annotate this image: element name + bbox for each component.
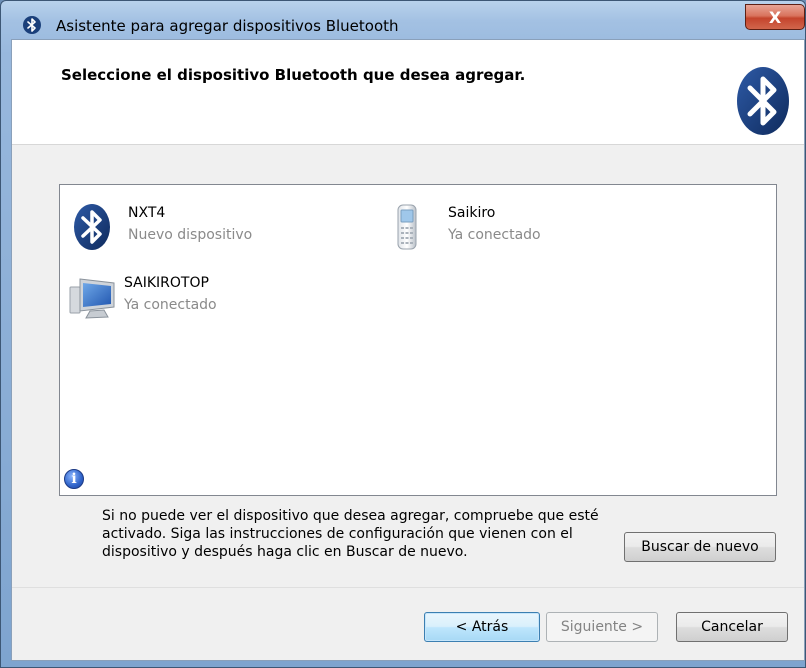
info-icon: i bbox=[64, 469, 84, 489]
wizard-content: Seleccione el dispositivo Bluetooth que … bbox=[11, 39, 805, 661]
device-item-nxt4[interactable]: NXT4 Nuevo dispositivo bbox=[72, 203, 372, 253]
bluetooth-logo-icon bbox=[737, 67, 789, 135]
window-title: Asistente para agregar dispositivos Blue… bbox=[56, 17, 399, 35]
divider bbox=[12, 587, 804, 588]
device-item-saikiro[interactable]: Saikiro Ya conectado bbox=[392, 203, 692, 253]
device-list[interactable]: NXT4 Nuevo dispositivo Saikiro Ya conect… bbox=[59, 184, 777, 496]
device-item-saikirotop[interactable]: SAIKIROTOP Ya conectado bbox=[68, 273, 368, 323]
cancel-button[interactable]: Cancelar bbox=[676, 612, 788, 642]
device-name: Saikiro bbox=[448, 205, 496, 221]
bluetooth-icon bbox=[23, 16, 41, 34]
page-title: Seleccione el dispositivo Bluetooth que … bbox=[61, 66, 526, 84]
search-again-button[interactable]: Buscar de nuevo bbox=[624, 532, 776, 562]
help-text: Si no puede ver el dispositivo que desea… bbox=[102, 508, 599, 560]
device-status: Nuevo dispositivo bbox=[128, 227, 253, 243]
close-button[interactable]: X bbox=[745, 4, 805, 30]
wizard-window: Asistente para agregar dispositivos Blue… bbox=[0, 0, 806, 668]
device-name: NXT4 bbox=[128, 205, 166, 221]
title-bar[interactable]: Asistente para agregar dispositivos Blue… bbox=[1, 1, 806, 37]
device-name: SAIKIROTOP bbox=[124, 275, 209, 291]
computer-icon bbox=[69, 278, 115, 319]
device-status: Ya conectado bbox=[124, 297, 217, 313]
bluetooth-icon bbox=[74, 204, 110, 250]
phone-icon bbox=[397, 204, 417, 250]
wizard-header: Seleccione el dispositivo Bluetooth que … bbox=[12, 40, 804, 145]
next-button[interactable]: Siguiente > bbox=[546, 612, 658, 642]
device-status: Ya conectado bbox=[448, 227, 541, 243]
back-button[interactable]: < Atrás bbox=[424, 612, 540, 642]
